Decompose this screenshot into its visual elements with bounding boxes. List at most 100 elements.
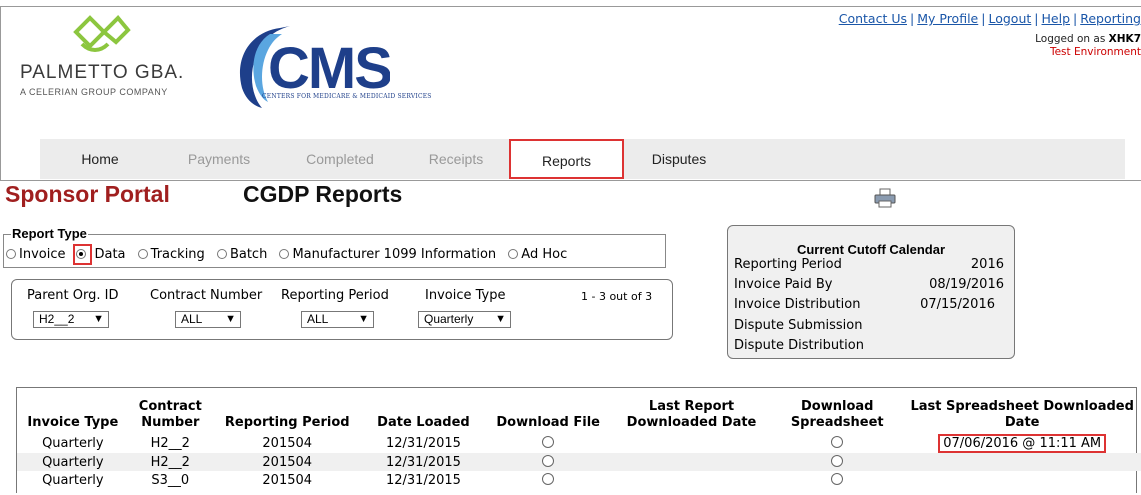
col-download-spreadsheet: Download Spreadsheet — [790, 399, 884, 430]
contract-number-label: Contract Number — [150, 288, 263, 303]
cell-last-report — [612, 471, 771, 489]
parent-org-value: H2__2 — [39, 312, 75, 326]
radio-option-manufacturer-1099[interactable]: Manufacturer 1099 Information — [279, 247, 496, 262]
calendar-row: Invoice Paid By 08/19/2016 — [734, 277, 1004, 292]
reporting-period-select[interactable]: ALL ▼ — [301, 311, 374, 328]
reporting-link[interactable]: Reporting — [1080, 11, 1141, 26]
radio-icon[interactable] — [508, 249, 519, 259]
link-separator: | — [981, 11, 986, 26]
tab-reports[interactable]: Reports — [509, 139, 624, 179]
logged-on-user: XHK7 — [1108, 33, 1141, 45]
cell-last-spreadsheet — [903, 453, 1141, 471]
calendar-row: Invoice Distribution 07/15/2016 — [734, 297, 1004, 312]
table-row: Quarterly H2__2 201504 12/31/2015 — [17, 453, 1141, 471]
download-spreadsheet-radio[interactable] — [831, 454, 844, 467]
radio-option-data[interactable]: Data — [94, 247, 125, 262]
cell-download-spreadsheet — [771, 434, 903, 453]
col-reporting-period: Reporting Period — [224, 415, 350, 430]
calendar-row: Dispute Distribution — [734, 338, 1004, 353]
radio-option-ad-hoc[interactable]: Ad Hoc — [508, 247, 567, 262]
download-spreadsheet-radio[interactable] — [831, 436, 844, 448]
calendar-label: Invoice Paid By — [734, 277, 833, 292]
contract-number-select[interactable]: ALL ▼ — [175, 311, 241, 328]
contract-number-value: ALL — [181, 312, 203, 326]
invoice-type-select[interactable]: Quarterly ▼ — [418, 311, 511, 328]
printer-icon[interactable] — [874, 188, 896, 208]
cms-logo-icon: CMS — [239, 26, 390, 108]
cell-last-spreadsheet — [903, 471, 1141, 489]
radio-selected-icon[interactable] — [76, 249, 87, 259]
svg-text:CMS: CMS — [268, 36, 390, 101]
logged-on-text: Logged on as XHK7 — [1035, 33, 1141, 45]
reporting-period-label: Reporting Period — [281, 288, 389, 303]
tab-payments[interactable]: Payments — [160, 139, 278, 179]
tab-disputes[interactable]: Disputes — [624, 139, 734, 179]
cell-last-spreadsheet: 07/06/2016 @ 11:11 AM — [903, 434, 1141, 453]
radio-icon[interactable] — [6, 249, 16, 259]
tab-completed[interactable]: Completed — [278, 139, 402, 179]
radio-option-tracking[interactable]: Tracking — [137, 247, 205, 262]
invoice-type-value: Quarterly — [424, 312, 474, 326]
tab-home[interactable]: Home — [40, 139, 160, 179]
cell-period: 201504 — [211, 453, 363, 471]
download-file-radio[interactable] — [542, 454, 555, 467]
cell-date-loaded: 12/31/2015 — [362, 453, 485, 471]
page-title: CGDP Reports — [243, 181, 403, 207]
download-spreadsheet-radio[interactable] — [831, 472, 844, 485]
calendar-value: 2016 — [970, 257, 1004, 272]
calendar-label: Reporting Period — [734, 257, 842, 272]
cell-invoice-type: Quarterly — [42, 472, 104, 488]
pgba-company-name: PALMETTO GBA. — [20, 62, 185, 83]
download-file-radio[interactable] — [542, 472, 555, 485]
radio-option-batch[interactable]: Batch — [216, 247, 268, 262]
cell-contract: H2__2 — [150, 436, 190, 451]
cell-download-file — [484, 453, 613, 471]
report-type-legend: Report Type — [11, 226, 88, 241]
help-link[interactable]: Help — [1042, 11, 1071, 26]
radio-option-invoice[interactable]: Invoice — [6, 247, 65, 262]
calendar-label: Dispute Distribution — [734, 338, 864, 353]
radio-label: Batch — [229, 247, 268, 262]
invoice-type-label: Invoice Type — [425, 288, 506, 303]
my-profile-link[interactable]: My Profile — [917, 11, 978, 26]
portal-title: Sponsor Portal — [5, 181, 170, 207]
cell-contract: H2__2 — [128, 453, 212, 471]
cell-invoice-type: Quarterly — [42, 436, 104, 451]
report-type-options: Invoice Data Tracking Batch Manufacturer … — [6, 244, 575, 265]
logout-link[interactable]: Logout — [988, 11, 1031, 26]
parent-org-label: Parent Org. ID — [27, 288, 119, 303]
radio-icon[interactable] — [216, 249, 227, 259]
selected-radio-highlight — [73, 244, 93, 265]
radio-icon[interactable] — [137, 249, 148, 259]
link-separator: | — [910, 11, 915, 26]
cell-date-loaded: 12/31/2015 — [385, 472, 461, 488]
table-row: Quarterly H2__2 201504 12/31/2015 07/06/… — [17, 434, 1141, 453]
col-download-file: Download File — [496, 415, 600, 430]
chevron-down-icon: ▼ — [495, 313, 506, 325]
col-last-report-downloaded: Last Report Downloaded Date — [626, 399, 757, 430]
calendar-title: Current Cutoff Calendar — [796, 242, 946, 257]
cell-contract: S3__0 — [151, 472, 190, 488]
chevron-down-icon: ▼ — [93, 313, 104, 325]
chevron-down-icon: ▼ — [358, 313, 369, 325]
environment-label: Test Environment — [1049, 46, 1141, 58]
reports-table: Invoice Type Contract Number Reporting P… — [17, 388, 1141, 489]
parent-org-select[interactable]: H2__2 ▼ — [33, 311, 109, 328]
col-last-spreadsheet-downloaded: Last Spreadsheet Downloaded Date — [910, 399, 1134, 430]
highlighted-date: 07/06/2016 @ 11:11 AM — [938, 434, 1107, 453]
download-file-radio[interactable] — [542, 436, 555, 448]
contact-us-link[interactable]: Contact Us — [839, 11, 907, 26]
table-row: Quarterly S3__0 201504 12/31/2015 — [17, 471, 1141, 489]
radio-icon[interactable] — [279, 249, 290, 259]
calendar-row: Dispute Submission — [734, 318, 1004, 333]
tab-receipts[interactable]: Receipts — [402, 139, 510, 179]
link-separator: | — [1073, 11, 1078, 26]
cell-download-spreadsheet — [771, 471, 903, 489]
cell-last-report — [612, 434, 771, 453]
calendar-row: Reporting Period 2016 — [734, 257, 1004, 272]
calendar-value: 07/15/2016 — [920, 297, 995, 312]
radio-label: Tracking — [150, 247, 205, 262]
cms-subtitle: CENTERS FOR MEDICARE & MEDICAID SERVICES — [262, 93, 432, 100]
radio-label: Ad Hoc — [521, 247, 568, 262]
cell-date-loaded: 12/31/2015 — [385, 436, 461, 451]
